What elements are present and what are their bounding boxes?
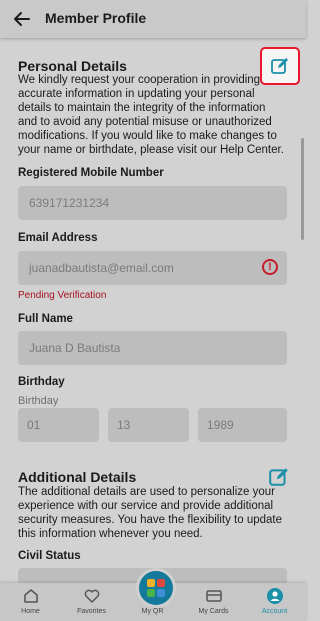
birthday-label: Birthday bbox=[18, 376, 65, 388]
heart-icon bbox=[84, 589, 99, 603]
back-arrow-icon[interactable] bbox=[12, 9, 32, 29]
description-line: We kindly request your cooperation in pr… bbox=[18, 74, 261, 86]
birth-day-field: 13 bbox=[108, 408, 189, 442]
birthday-sublabel: Birthday bbox=[18, 395, 59, 407]
description-line: details to maintain the integrity of the… bbox=[18, 102, 266, 114]
birth-year-field: 1989 bbox=[198, 408, 287, 442]
nav-cards-label: My Cards bbox=[198, 608, 229, 615]
description-line: this information whenever you need. bbox=[18, 528, 203, 540]
nav-home-label: Home bbox=[21, 608, 40, 615]
nav-account-label: Account bbox=[261, 608, 288, 615]
home-icon bbox=[23, 589, 38, 603]
mobile-label: Registered Mobile Number bbox=[18, 167, 164, 179]
civil-status-label: Civil Status bbox=[18, 550, 81, 562]
email-label: Email Address bbox=[18, 232, 98, 244]
nav-account[interactable]: Account bbox=[244, 583, 305, 621]
description-line: your name or birthdate, please visit our… bbox=[18, 144, 284, 156]
description-line: experience with our service and provide … bbox=[18, 500, 274, 512]
nav-favorites-label: Favorites bbox=[77, 608, 106, 615]
mobile-value: 639171231234 bbox=[29, 196, 110, 210]
description-line: accurate information in updating your pe… bbox=[18, 88, 255, 100]
nav-qr-label: My QR bbox=[141, 608, 164, 615]
additional-description: The additional details are used to perso… bbox=[18, 485, 286, 541]
account-icon bbox=[266, 588, 283, 604]
personal-details-title: Personal Details bbox=[18, 58, 127, 74]
cards-icon bbox=[205, 590, 222, 602]
fullname-field: Juana D Bautista bbox=[18, 331, 287, 365]
personal-description: We kindly request your cooperation in pr… bbox=[18, 73, 286, 157]
page-title: Member Profile bbox=[45, 10, 147, 26]
nav-home[interactable]: Home bbox=[0, 583, 61, 621]
mobile-field: 639171231234 bbox=[18, 186, 287, 220]
my-qr-button[interactable] bbox=[136, 568, 176, 608]
description-line: The additional details are used to perso… bbox=[18, 486, 275, 498]
qr-icon bbox=[147, 579, 165, 597]
birth-month-value: 01 bbox=[27, 418, 41, 432]
scrollbar[interactable] bbox=[301, 138, 304, 240]
email-field[interactable]: juanadbautista@email.com ! bbox=[18, 251, 287, 285]
nav-favorites[interactable]: Favorites bbox=[61, 583, 122, 621]
profile-content[interactable]: Personal Details We kindly request your … bbox=[0, 38, 306, 583]
birth-month-field: 01 bbox=[18, 408, 99, 442]
alert-icon: ! bbox=[262, 259, 278, 275]
description-line: security measures. You have the flexibil… bbox=[18, 514, 283, 526]
email-status: Pending Verification bbox=[18, 290, 107, 301]
nav-cards[interactable]: My Cards bbox=[183, 583, 244, 621]
description-line: and to avoid any potential misuse or una… bbox=[18, 116, 272, 128]
description-line: modifications. If you would like to make… bbox=[18, 130, 277, 142]
app-header: Member Profile bbox=[0, 0, 306, 38]
birth-day-value: 13 bbox=[117, 418, 131, 432]
email-value: juanadbautista@email.com bbox=[29, 261, 174, 275]
birth-year-value: 1989 bbox=[207, 418, 234, 432]
fullname-value: Juana D Bautista bbox=[29, 341, 121, 355]
additional-details-title: Additional Details bbox=[18, 469, 137, 485]
fullname-label: Full Name bbox=[18, 313, 73, 325]
